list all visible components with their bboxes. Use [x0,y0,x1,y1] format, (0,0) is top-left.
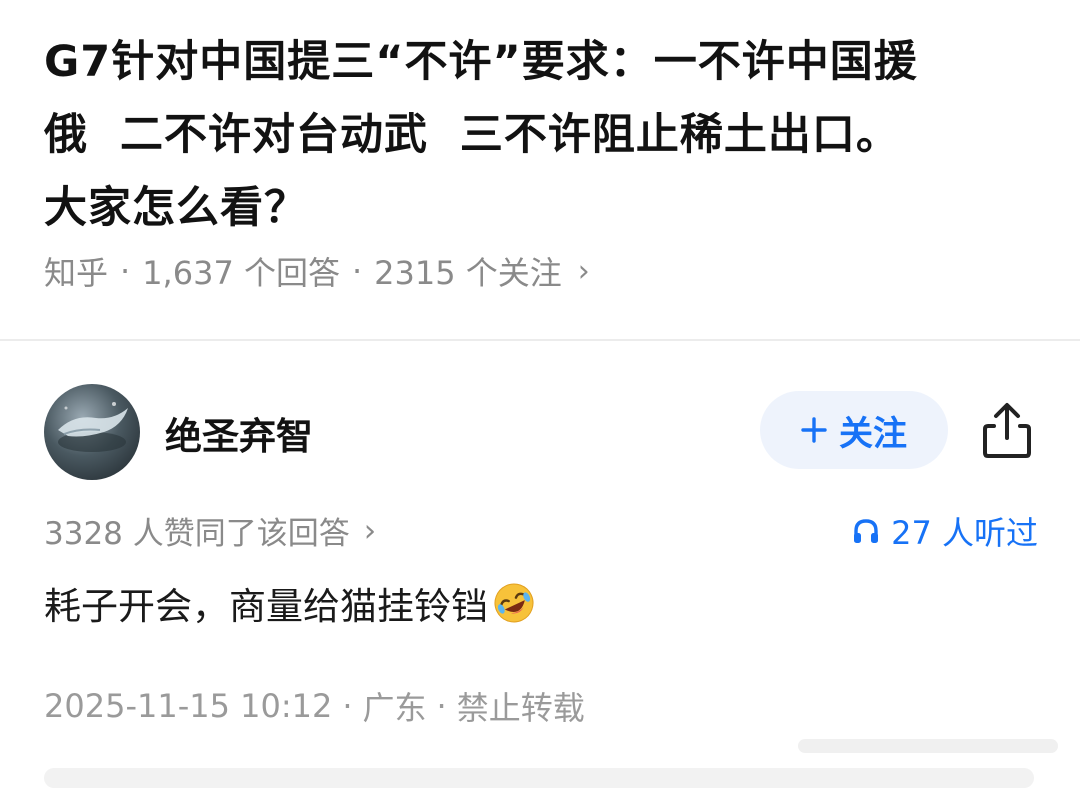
separator-dot: · [351,252,363,290]
follow-button[interactable]: 关注 [760,391,948,469]
question-title-line3: 大家怎么看？ [44,183,308,233]
answer-count: 1,637 个回答 [142,254,340,292]
avatar-image [58,402,128,452]
question-title-line2: 俄 二不许对台动武 三不许阻止稀土出口。 [44,110,900,160]
listened-count[interactable]: 27 人听过 [851,508,1038,554]
separator-dot: · [436,687,447,725]
vote-count-text: 3328 人赞同了该回答 [44,516,350,552]
answer-body: 耗子开会，商量给猫挂铃铛 [44,576,536,630]
share-button[interactable] [978,400,1036,462]
divider [0,339,1080,341]
question-title: G7针对中国提三“不许”要求：一不许中国援 俄 二不许对台动武 三不许阻止稀土出… [44,26,1044,245]
timestamp: 2025-11-15 10:12 [44,687,333,725]
watermark [798,739,1058,753]
share-icon [983,403,1031,458]
rofl-emoji-icon [494,583,534,623]
author-name[interactable]: 绝圣弃智 [165,406,313,460]
chevron-right-icon: › [363,512,377,549]
source-label: 知乎 [44,254,109,292]
answer-text: 耗子开会，商量给猫挂铃铛 [44,585,488,628]
listened-text: 27 人听过 [891,514,1038,552]
follow-count: 2315 个关注 [374,254,562,292]
avatar[interactable] [44,384,140,480]
vote-count[interactable]: 3328 人赞同了该回答 › [44,508,376,553]
question-title-line1: G7针对中国提三“不许”要求：一不许中国援 [44,37,918,87]
question-meta[interactable]: 知乎 · 1,637 个回答 · 2315 个关注 › [44,248,590,294]
location: 广东 [362,689,427,727]
answer-footer: 2025-11-15 10:12 · 广东 · 禁止转载 [44,683,585,729]
next-card-edge [44,768,1034,788]
separator-dot: · [120,252,131,290]
follow-button-label: 关注 [839,413,907,454]
chevron-right-icon: › [577,253,590,289]
rights-notice: 禁止转载 [456,689,585,727]
separator-dot: · [342,687,353,725]
headphones-icon [854,519,879,543]
plus-icon [801,417,827,443]
